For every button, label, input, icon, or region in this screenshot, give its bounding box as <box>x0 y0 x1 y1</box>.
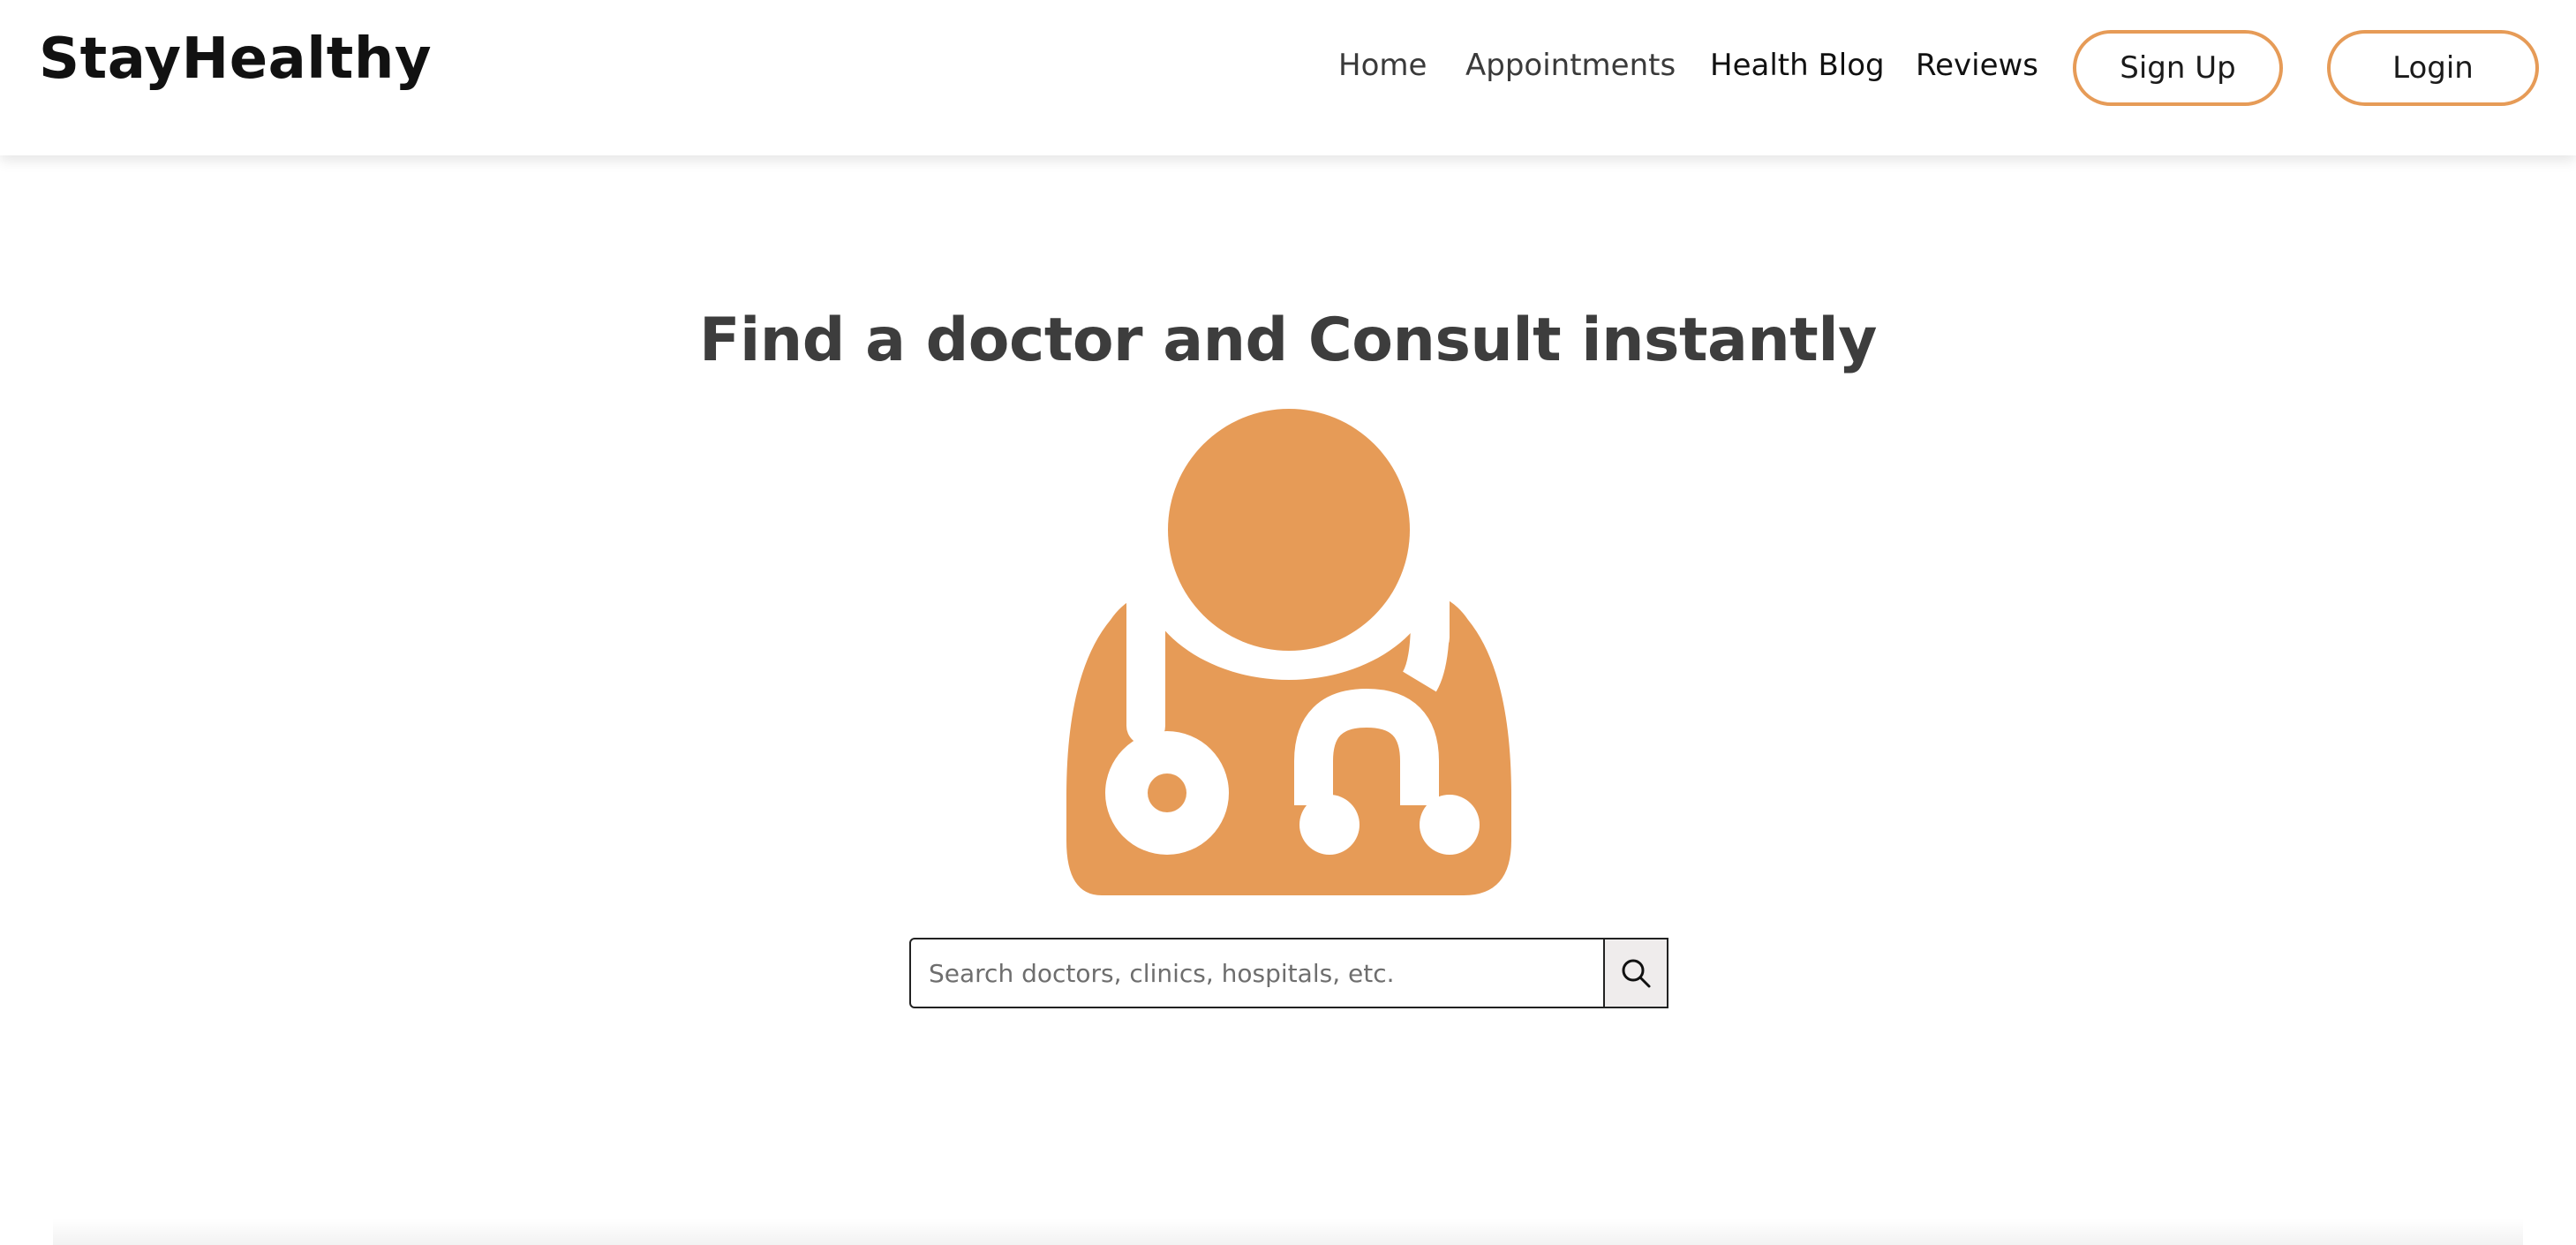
navbar: StayHealthy Home Appointments Health Blo… <box>0 0 2576 155</box>
sign-up-button[interactable]: Sign Up <box>2073 30 2283 106</box>
nav-link-health-blog[interactable]: Health Blog <box>1710 48 1885 83</box>
hero-title: Find a doctor and Consult instantly <box>699 305 1877 375</box>
brand-logo[interactable]: StayHealthy <box>39 26 432 92</box>
search-icon <box>1622 959 1651 988</box>
nav-link-appointments[interactable]: Appointments <box>1465 48 1676 83</box>
search-input[interactable] <box>909 938 1605 1008</box>
nav-link-home[interactable]: Home <box>1338 48 1427 83</box>
search-bar <box>909 938 1668 1008</box>
section-divider-shadow <box>53 1219 2523 1245</box>
search-button[interactable] <box>1603 938 1668 1008</box>
doctor-stethoscope-icon <box>1066 409 1511 895</box>
nav-link-reviews[interactable]: Reviews <box>1916 48 2038 83</box>
login-button[interactable]: Login <box>2327 30 2539 106</box>
